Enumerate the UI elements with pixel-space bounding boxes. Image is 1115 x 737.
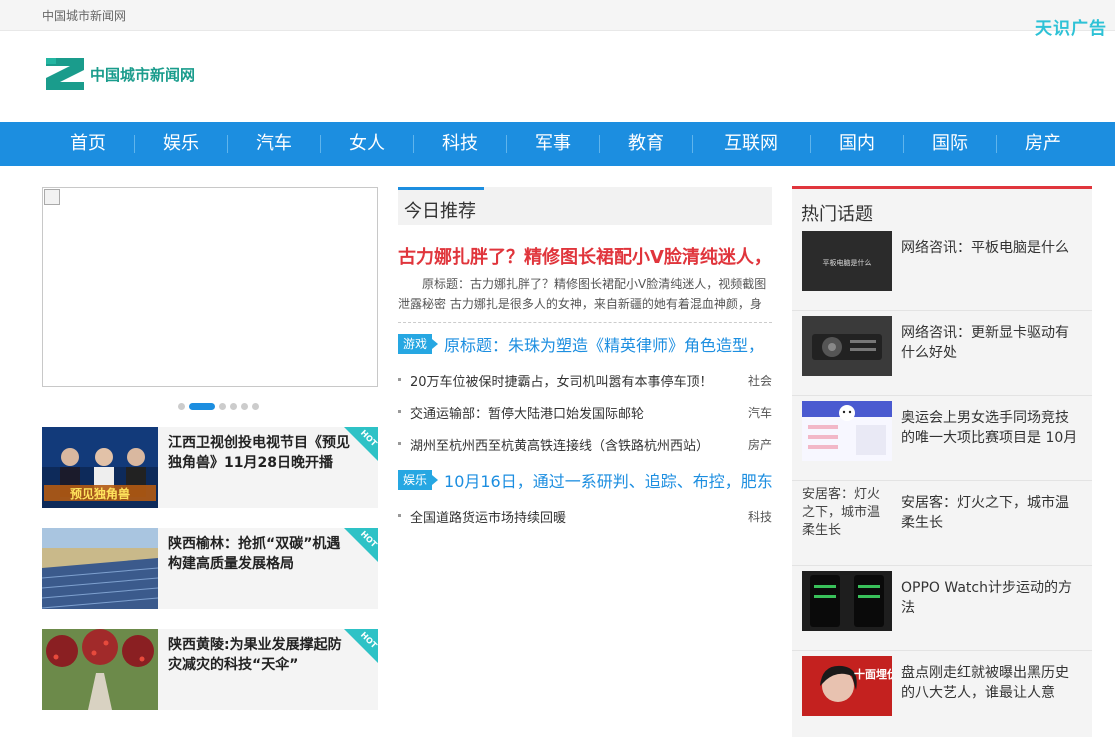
bullet: [398, 410, 401, 413]
hot-badge-icon: HOT: [344, 629, 378, 663]
hot-topic-title: 安居客：灯火之下，城市温柔生长: [901, 495, 1069, 531]
bullet: [398, 442, 401, 445]
news-title[interactable]: 20万车位被保时捷霸占，女司机叫嚣有本事停车顶！: [410, 371, 713, 390]
nav-item-education[interactable]: 教育: [600, 122, 692, 166]
thumbnail-caption: 预见独角兽: [70, 486, 130, 501]
slider-dot-active[interactable]: [189, 402, 215, 410]
hot-topic-item[interactable]: 十面埋伏 盘点刚走红就被曝出黑历史的八大艺人，谁最让人意: [792, 651, 1092, 736]
feature-title: 陕西榆林：抢抓“双碳”机遇 构建高质量发展格局: [168, 536, 341, 572]
tagged-news-title[interactable]: 原标题：朱珠为塑造《精英律师》角色造型，: [444, 332, 772, 356]
bullet: [398, 514, 401, 517]
hot-topic-thumbnail: [802, 571, 892, 631]
hot-topic-thumbnail: 平板电脑是什么: [802, 231, 892, 291]
news-item[interactable]: 湖州至杭州西至杭黄高铁连接线（含铁路杭州西站） 房产: [398, 434, 772, 454]
feature-card[interactable]: 陕西黄陵:为果业发展撑起防灾减灾的科技“天伞” HOT: [42, 629, 378, 710]
news-category[interactable]: 科技: [748, 508, 772, 525]
hot-topic-thumbnail: [802, 316, 892, 376]
header-accent-cover: [484, 187, 772, 190]
hot-topic-thumbnail: [802, 401, 892, 461]
hot-badge-icon: HOT: [344, 427, 378, 461]
hot-topic-thumbnail: 十面埋伏: [802, 656, 892, 716]
nav-item-international[interactable]: 国际: [904, 122, 996, 166]
hot-topic-title: OPPO Watch计步运动的方法: [901, 580, 1072, 616]
feature-card[interactable]: 陕西榆林：抢抓“双碳”机遇 构建高质量发展格局 HOT: [42, 528, 378, 609]
slider-dots: [178, 402, 263, 410]
feature-thumbnail: [42, 629, 158, 710]
logo-mark-icon: [46, 58, 84, 90]
hot-badge-icon: HOT: [344, 528, 378, 562]
nav-item-realestate[interactable]: 房产: [997, 122, 1089, 166]
main-nav: 首页 娱乐 汽车 女人 科技 军事 教育 互联网 国内 国际 房产: [0, 122, 1115, 166]
hot-topics-header: 热门话题: [792, 186, 1092, 226]
section-title: 今日推荐: [404, 201, 476, 222]
news-item[interactable]: 全国道路货运市场持续回暖 科技: [398, 506, 772, 526]
nav-item-auto[interactable]: 汽车: [228, 122, 320, 166]
category-tag[interactable]: 娱乐: [398, 470, 439, 490]
nav-item-women[interactable]: 女人: [321, 122, 413, 166]
site-logo[interactable]: 中国城市新闻网: [44, 56, 195, 92]
nav-item-internet[interactable]: 互联网: [705, 122, 797, 166]
headline-summary: 原标题：古力娜扎胖了？精修图长裙配小V脸清纯迷人，视频截图泄露秘密 古力娜扎是很…: [398, 277, 767, 311]
top-bar: 中国城市新闻网 天识广告: [0, 0, 1115, 39]
nav-item-tech[interactable]: 科技: [414, 122, 506, 166]
nav-item-military[interactable]: 军事: [507, 122, 599, 166]
tagged-news-row[interactable]: 游戏 原标题：朱珠为塑造《精英律师》角色造型，: [398, 333, 772, 355]
slider-dot[interactable]: [252, 402, 259, 410]
news-category[interactable]: 汽车: [748, 404, 772, 421]
nav-item-domestic[interactable]: 国内: [811, 122, 903, 166]
hot-topic-item[interactable]: 安居客：灯火之下，城市温柔生长 安居客：灯火之下，城市温柔生长: [792, 481, 1092, 566]
thumbnail-caption: 十面埋伏: [854, 667, 892, 681]
divider: [398, 322, 772, 323]
bullet: [398, 378, 401, 381]
hot-topic-title: 奥运会上男女选手同场竞技的唯一大项比赛项目是 10月: [901, 410, 1078, 446]
logo-text: 中国城市新闻网: [90, 65, 196, 84]
hot-topic-title: 网络咨讯：平板电脑是什么: [901, 240, 1069, 256]
slider-dot[interactable]: [241, 402, 248, 410]
hot-topic-item[interactable]: 奥运会上男女选手同场竞技的唯一大项比赛项目是 10月: [792, 396, 1092, 481]
slider-dot[interactable]: [219, 402, 226, 410]
news-title[interactable]: 全国道路货运市场持续回暖: [410, 507, 566, 526]
hot-topic-title: 网络咨讯：更新显卡驱动有什么好处: [901, 325, 1069, 361]
news-item[interactable]: 20万车位被保时捷霸占，女司机叫嚣有本事停车顶！ 社会: [398, 370, 772, 390]
broken-image-icon: [44, 189, 60, 205]
slider-dot[interactable]: [230, 402, 237, 410]
news-title[interactable]: 交通运输部：暂停大陆港口始发国际邮轮: [410, 403, 644, 422]
feature-title: 陕西黄陵:为果业发展撑起防灾减灾的科技“天伞”: [168, 637, 342, 673]
hot-topic-item[interactable]: 平板电脑是什么 网络咨讯：平板电脑是什么: [792, 226, 1092, 311]
nav-item-entertainment[interactable]: 娱乐: [135, 122, 227, 166]
feature-thumbnail: 预见独角兽: [42, 427, 158, 508]
thumbnail-caption: 平板电脑是什么: [823, 258, 872, 267]
news-title[interactable]: 湖州至杭州西至杭黄高铁连接线（含铁路杭州西站）: [410, 435, 709, 454]
news-item[interactable]: 交通运输部：暂停大陆港口始发国际邮轮 汽车: [398, 402, 772, 422]
section-title: 热门话题: [801, 204, 873, 225]
image-slider[interactable]: [42, 187, 378, 387]
site-name[interactable]: 中国城市新闻网: [42, 7, 126, 24]
category-tag[interactable]: 游戏: [398, 334, 439, 354]
hot-topic-title: 盘点刚走红就被曝出黑历史的八大艺人，谁最让人意: [901, 665, 1069, 701]
nav-item-home[interactable]: 首页: [42, 122, 134, 166]
headline-link[interactable]: 古力娜扎胖了？精修图长裙配小V脸清纯迷人，: [398, 243, 772, 269]
feature-thumbnail: [42, 528, 158, 609]
today-section-header: 今日推荐: [398, 187, 772, 225]
feature-title: 江西卫视创投电视节目《预见独角兽》11月28日晚开播: [168, 435, 350, 471]
slider-dot[interactable]: [178, 402, 185, 410]
hot-topic-item[interactable]: OPPO Watch计步运动的方法: [792, 566, 1092, 651]
tagged-news-row[interactable]: 娱乐 10月16日，通过一系研判、追踪、布控，肥东: [398, 469, 772, 491]
nav-divider: [692, 135, 693, 153]
news-category[interactable]: 房产: [748, 436, 772, 453]
hot-topic-image-alt: 安居客：灯火之下，城市温柔生长: [802, 487, 881, 538]
ad-label[interactable]: 天识广告: [1035, 14, 1107, 39]
feature-card[interactable]: 预见独角兽 江西卫视创投电视节目《预见独角兽》11月28日晚开播 HOT: [42, 427, 378, 508]
tagged-news-title[interactable]: 10月16日，通过一系研判、追踪、布控，肥东: [444, 468, 772, 492]
news-category[interactable]: 社会: [748, 372, 772, 389]
hot-topic-item[interactable]: 网络咨讯：更新显卡驱动有什么好处: [792, 311, 1092, 396]
